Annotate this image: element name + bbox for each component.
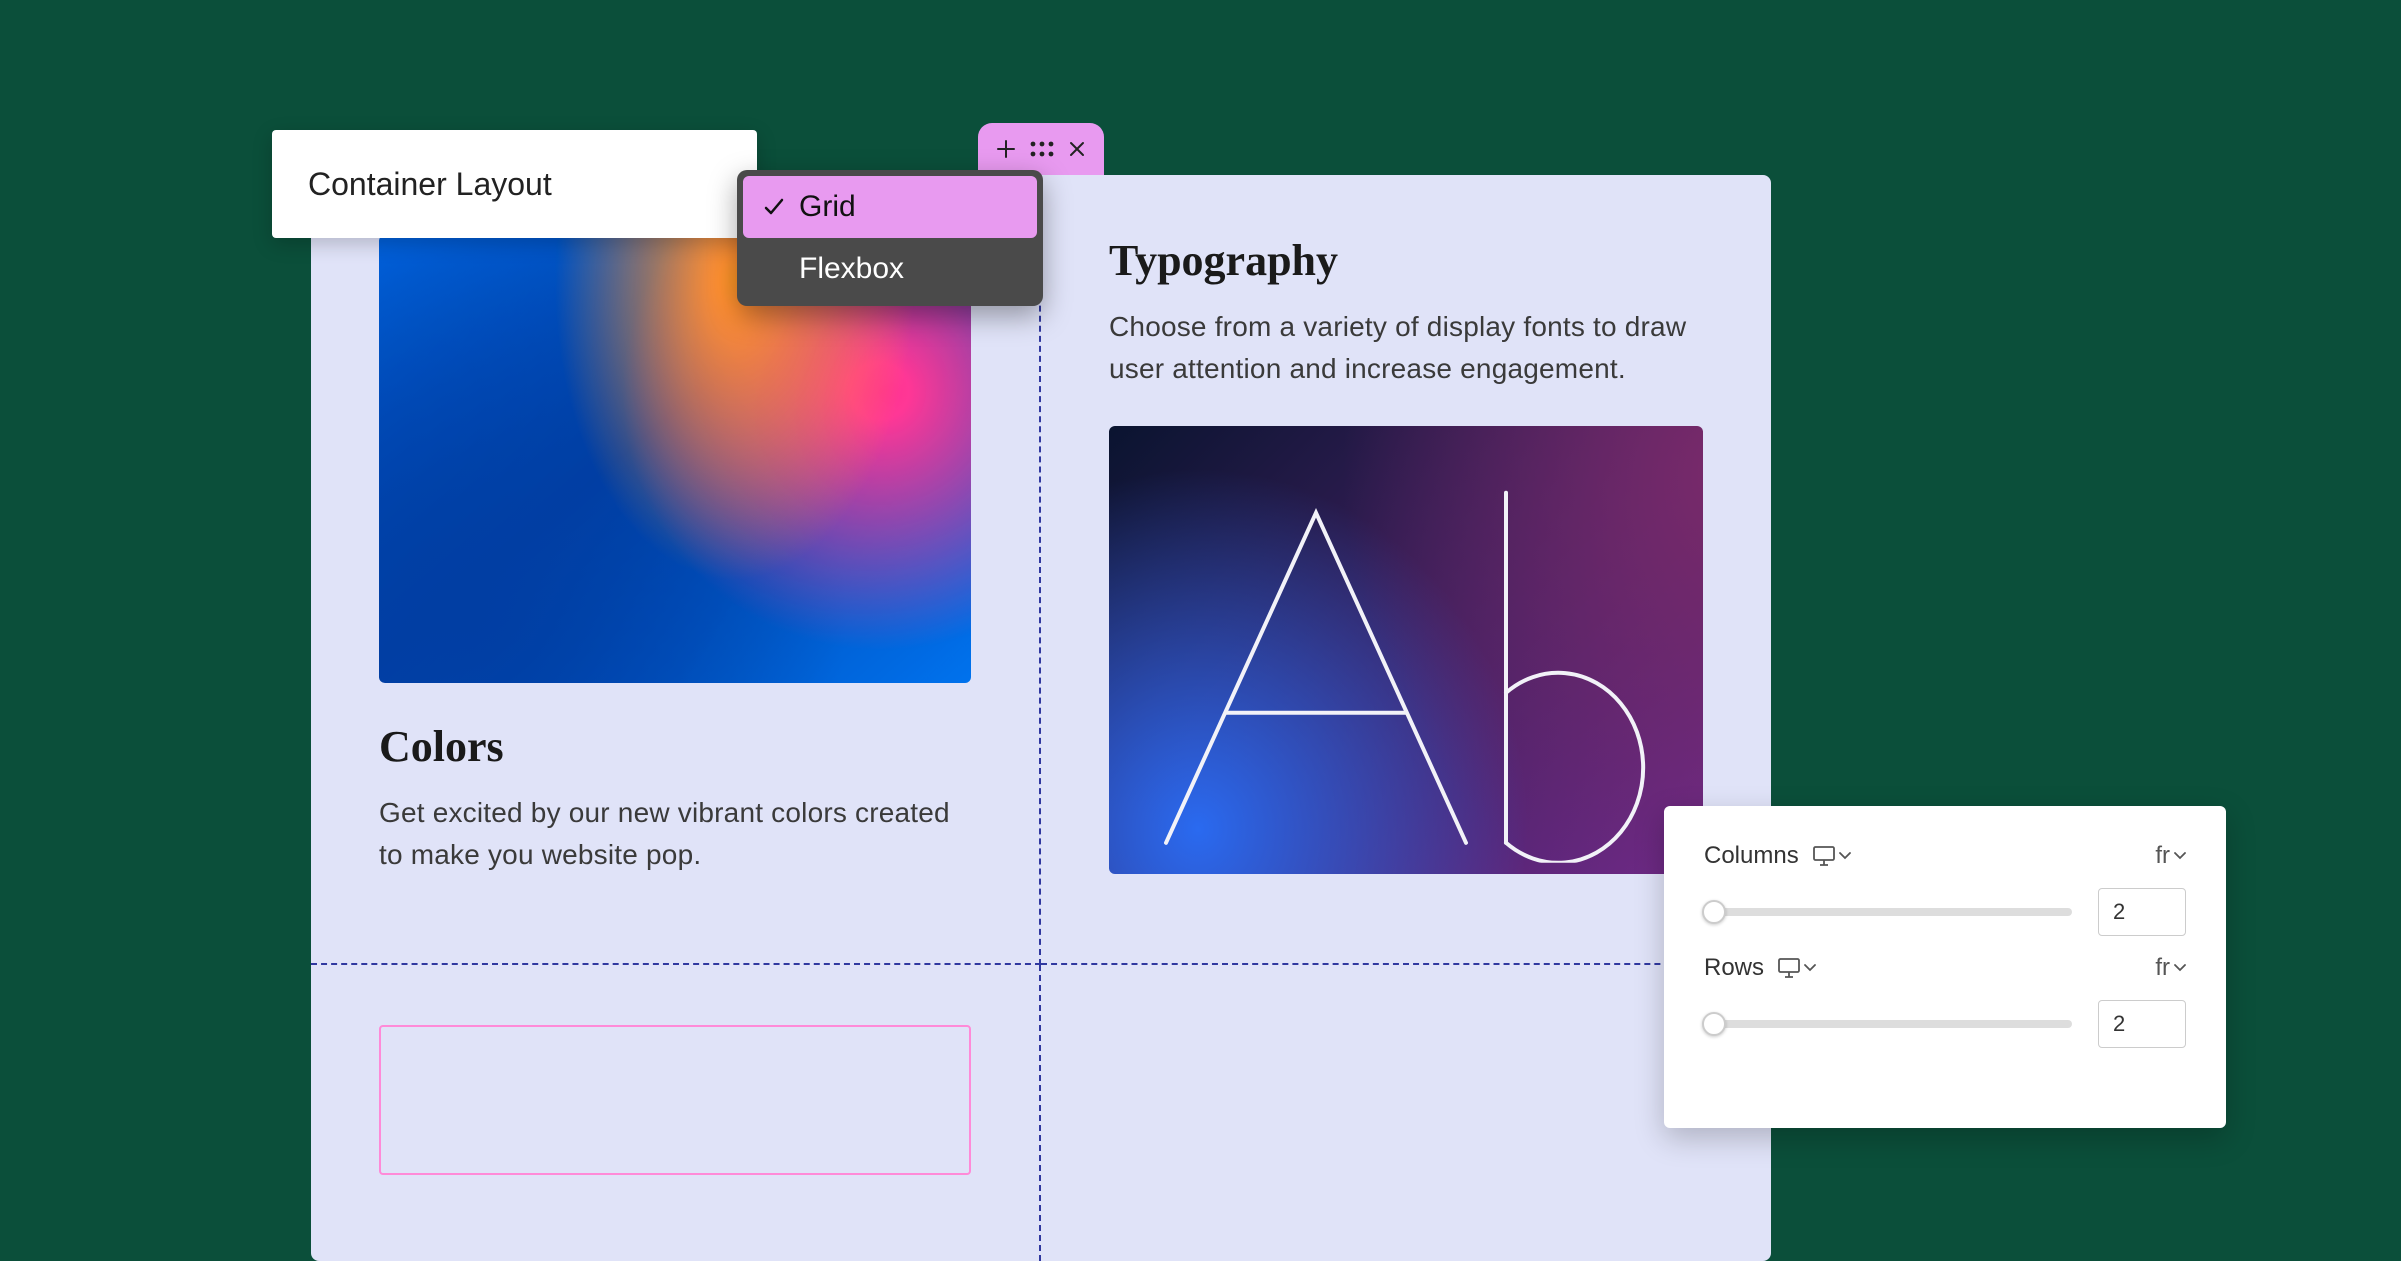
columns-label: Columns — [1704, 842, 1799, 870]
rows-row: Rows fr 2 — [1704, 954, 2186, 1048]
check-icon — [761, 196, 787, 218]
rows-label: Rows — [1704, 954, 1764, 982]
menu-item-label: Flexbox — [799, 252, 904, 286]
chevron-down-icon — [1804, 964, 1816, 972]
columns-row: Columns fr 2 — [1704, 842, 2186, 936]
grid-cell-typography[interactable]: Typography Choose from a variety of disp… — [1041, 175, 1771, 965]
container-layout-panel: Container Layout — [272, 130, 757, 238]
rows-unit-selector[interactable]: fr — [2155, 954, 2186, 982]
slider-thumb[interactable] — [1702, 900, 1726, 924]
rows-value-input[interactable]: 2 — [2098, 1000, 2186, 1048]
columns-unit-selector[interactable]: fr — [2155, 842, 2186, 870]
desktop-icon — [1778, 958, 1800, 978]
columns-unit: fr — [2155, 842, 2170, 870]
chevron-down-icon — [2174, 964, 2186, 972]
container-layout-title: Container Layout — [308, 166, 552, 203]
plus-icon[interactable] — [997, 140, 1015, 158]
grid-cell-empty-right[interactable] — [1041, 965, 1771, 1261]
device-selector[interactable] — [1778, 958, 1816, 978]
colors-body: Get excited by our new vibrant colors cr… — [379, 792, 971, 876]
typography-image — [1109, 426, 1703, 874]
chevron-down-icon — [2174, 852, 2186, 860]
rows-unit: fr — [2155, 954, 2170, 982]
drag-icon[interactable] — [1029, 140, 1055, 158]
typography-body: Choose from a variety of display fonts t… — [1109, 306, 1703, 390]
typography-glyph-icon — [1126, 483, 1686, 863]
desktop-icon — [1813, 846, 1835, 866]
editor-canvas: Colors Get excited by our new vibrant co… — [311, 175, 1771, 1261]
rows-slider[interactable] — [1704, 1020, 2072, 1028]
menu-item-grid[interactable]: Grid — [743, 176, 1037, 238]
section-tab[interactable] — [978, 123, 1104, 175]
typography-heading: Typography — [1109, 235, 1703, 286]
colors-heading: Colors — [379, 721, 971, 772]
menu-item-label: Grid — [799, 190, 856, 224]
empty-placeholder[interactable] — [379, 1025, 971, 1175]
close-icon[interactable] — [1069, 141, 1085, 157]
slider-thumb[interactable] — [1702, 1012, 1726, 1036]
chevron-down-icon — [1839, 852, 1851, 860]
layout-dropdown[interactable]: Grid Flexbox — [737, 170, 1043, 306]
device-selector[interactable] — [1813, 846, 1851, 866]
columns-value-input[interactable]: 2 — [2098, 888, 2186, 936]
rows-value: 2 — [2113, 1011, 2125, 1037]
grid-settings-panel: Columns fr 2 Rows — [1664, 806, 2226, 1128]
grid-cell-empty-left[interactable] — [311, 965, 1041, 1261]
columns-value: 2 — [2113, 899, 2125, 925]
menu-item-flexbox[interactable]: Flexbox — [743, 238, 1037, 300]
columns-slider[interactable] — [1704, 908, 2072, 916]
